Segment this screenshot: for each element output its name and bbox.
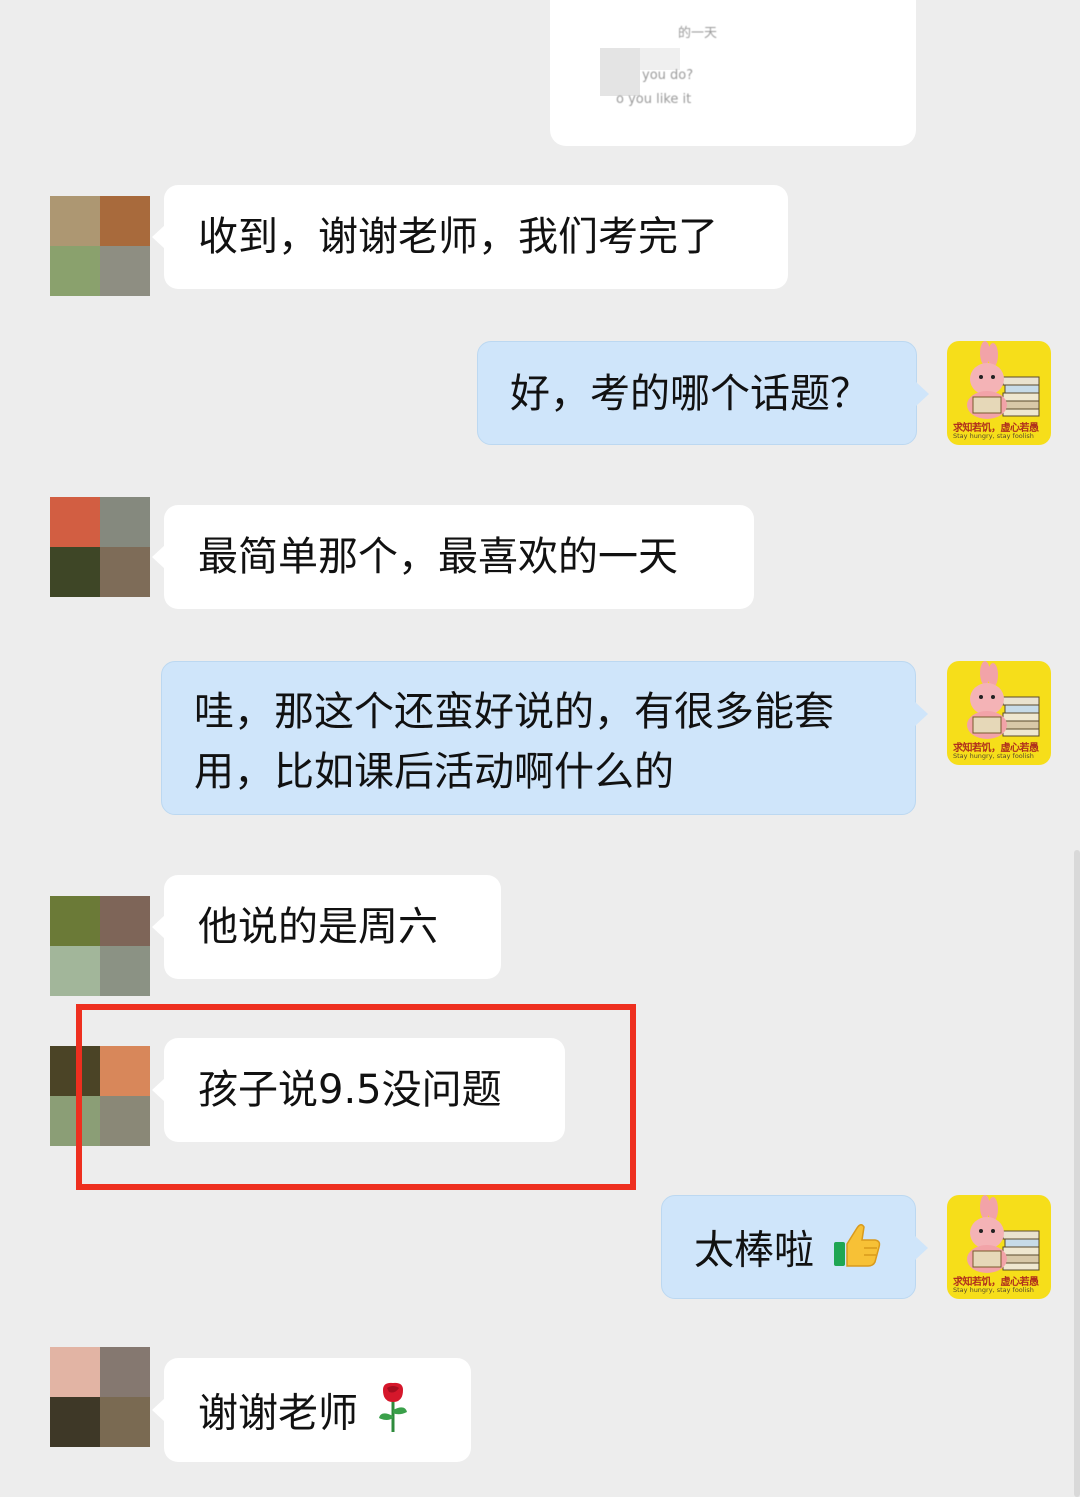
message-text: 收到，谢谢老师，我们考完了 [198,214,718,260]
avatar-pixel [50,196,100,246]
chat-window: 的一天 you do? o you like it 收到，谢谢老师，我们考完了 … [0,0,1080,1497]
image-blur-region [600,48,640,96]
logo-subtitle: Stay hungry, stay foolish [953,432,1034,440]
avatar-pixel [100,547,150,597]
message-text: 谢谢老师 [198,1390,358,1437]
avatar-pixel [50,1397,100,1447]
avatar-pixel [100,497,150,547]
message-bubble[interactable]: 收到，谢谢老师，我们考完了 [152,185,788,289]
avatar-pixel [50,946,100,996]
teacher-avatar[interactable]: 求知若饥，虚心若愚 Stay hungry, stay foolish [947,661,1051,765]
rose-icon [375,1380,411,1451]
contact-avatar[interactable] [50,1347,150,1447]
message-bubble[interactable]: 太棒啦 [661,1195,928,1299]
thumbs-up-icon [831,1218,883,1287]
teacher-avatar[interactable]: 求知若饥，虚心若愚 Stay hungry, stay foolish [947,1195,1051,1299]
message-text-line: 用，比如课后活动啊什么的 [194,749,674,795]
avatar-pixel [100,1347,150,1397]
message-bubble[interactable]: 谢谢老师 [152,1358,471,1462]
avatar-pixel [50,497,100,547]
logo-subtitle: Stay hungry, stay foolish [953,1286,1034,1294]
message-text: 好，考的哪个话题？ [510,371,870,417]
avatar-pixel [50,896,100,946]
avatar-pixel [100,246,150,296]
message-bubble[interactable]: 最简单那个，最喜欢的一天 [152,505,754,609]
message-text: 太棒啦 [694,1227,814,1274]
avatar-pixel [100,196,150,246]
teacher-avatar[interactable]: 求知若饥，虚心若愚 Stay hungry, stay foolish [947,341,1051,445]
contact-avatar[interactable] [50,497,150,597]
avatar-pixel [100,1397,150,1447]
avatar-pixel [100,946,150,996]
image-text-line: you do? [642,68,694,83]
image-text-line: 的一天 [678,26,718,41]
message-text-line: 哇，那这个还蛮好说的，有很多能套 [194,689,834,735]
highlight-box [76,1004,636,1190]
avatar-pixel [50,547,100,597]
logo-subtitle: Stay hungry, stay foolish [953,752,1034,760]
message-text: 他说的是周六 [198,904,438,950]
shared-image-message[interactable]: 的一天 you do? o you like it [550,0,916,146]
message-bubble[interactable]: 好，考的哪个话题？ [477,341,929,445]
contact-avatar[interactable] [50,196,150,296]
avatar-pixel [50,246,100,296]
image-text-line: o you like it [616,92,692,107]
avatar-pixel [100,896,150,946]
avatar-pixel [50,1347,100,1397]
contact-avatar[interactable] [50,896,150,996]
scrollbar[interactable] [1074,850,1080,1497]
message-text: 最简单那个，最喜欢的一天 [198,534,678,580]
image-blur-region [640,48,680,70]
message-bubble[interactable]: 他说的是周六 [152,875,501,979]
message-bubble[interactable]: 哇，那这个还蛮好说的，有很多能套 用，比如课后活动啊什么的 [161,661,928,815]
